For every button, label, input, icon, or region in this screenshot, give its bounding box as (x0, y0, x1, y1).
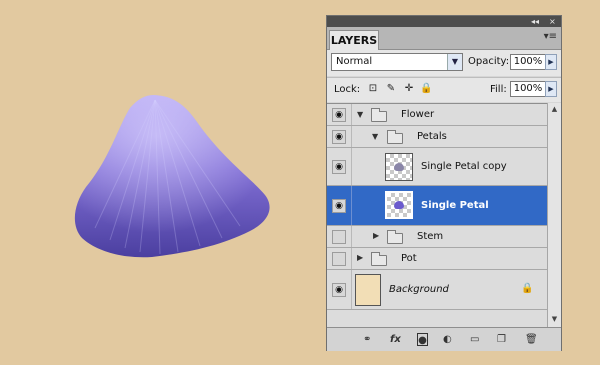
lock-icon: 🔒 (521, 283, 534, 294)
eye-icon: ◉ (335, 201, 343, 211)
panel-titlebar[interactable]: ◂◂ × (327, 16, 561, 27)
blend-row: Normal ▼ Opacity: 100% ▶ (327, 50, 561, 76)
layer-thumbnail (385, 153, 413, 181)
trash-icon[interactable]: 🗑 (525, 333, 538, 346)
scroll-up-icon[interactable]: ▲ (548, 103, 561, 115)
layer-flower[interactable]: ◉ ▼ Flower (327, 104, 547, 126)
adjustment-icon[interactable]: ◐ (443, 333, 452, 346)
eye-icon: ◉ (335, 132, 343, 142)
layer-name: Stem (417, 231, 444, 242)
lock-image-icon[interactable]: ✎ (385, 83, 397, 95)
layer-thumbnail (355, 274, 381, 306)
folder-icon (371, 108, 387, 122)
eye-icon: ◉ (335, 162, 343, 172)
expand-triangle-icon[interactable]: ▼ (357, 110, 363, 119)
visibility-toggle[interactable] (332, 252, 346, 266)
folder-icon (387, 230, 403, 244)
layer-stem[interactable]: ▶ Stem (327, 226, 547, 248)
layer-single-petal[interactable]: ◉ Single Petal (327, 186, 547, 226)
visibility-toggle[interactable] (332, 230, 346, 244)
new-group-icon[interactable]: ▭ (470, 333, 479, 346)
fill-label: Fill: (490, 84, 507, 95)
petal-thumb-icon (394, 163, 404, 171)
lock-position-icon[interactable]: ✛ (403, 83, 415, 95)
expand-triangle-icon[interactable]: ▶ (373, 231, 379, 240)
mask-icon[interactable]: ● (417, 333, 428, 346)
expand-triangle-icon[interactable]: ▶ (357, 253, 363, 262)
layer-thumbnail (385, 191, 413, 219)
opacity-label: Opacity: (468, 56, 510, 67)
canvas[interactable] (0, 0, 325, 365)
layer-name: Pot (401, 253, 417, 264)
visibility-toggle[interactable]: ◉ (332, 160, 346, 174)
blend-mode-value: Normal (336, 56, 373, 67)
eye-icon: ◉ (335, 110, 343, 120)
lock-row: Lock: ⊡ ✎ ✛ 🔒 Fill: 100% ▶ (327, 77, 561, 102)
tab-row: LAYERS ▾≡ (327, 27, 561, 50)
layer-background[interactable]: ◉ Background 🔒 (327, 270, 547, 310)
folder-icon (371, 252, 387, 266)
layer-name: Petals (417, 131, 447, 142)
layers-panel: ◂◂ × LAYERS ▾≡ Normal ▼ Opacity: 100% ▶ … (326, 15, 562, 351)
folder-icon (387, 130, 403, 144)
layer-name: Single Petal copy (421, 161, 507, 172)
layer-petals[interactable]: ◉ ▼ Petals (327, 126, 547, 148)
layer-name: Flower (401, 109, 435, 120)
layer-name: Single Petal (421, 200, 489, 211)
collapse-icon[interactable]: ◂◂ (531, 16, 539, 27)
blend-mode-select[interactable]: Normal ▼ (331, 53, 463, 71)
layers-footer: ⚭ fx ● ◐ ▭ ❐ 🗑 (327, 327, 561, 351)
eye-icon: ◉ (335, 285, 343, 295)
visibility-toggle[interactable]: ◉ (332, 199, 346, 213)
close-icon[interactable]: × (549, 16, 556, 27)
visibility-toggle[interactable]: ◉ (332, 108, 346, 122)
layer-single-petal-copy[interactable]: ◉ Single Petal copy (327, 148, 547, 186)
lock-transparent-icon[interactable]: ⊡ (367, 83, 379, 95)
fill-arrow-icon[interactable]: ▶ (545, 81, 557, 97)
layers-list: ◉ ▼ Flower ◉ ▼ Petals ◉ Single Petal cop… (327, 103, 547, 328)
lock-label: Lock: (334, 84, 361, 95)
visibility-toggle[interactable]: ◉ (332, 130, 346, 144)
fx-icon[interactable]: fx (390, 333, 401, 346)
layer-name: Background (389, 284, 449, 295)
petal-thumb-icon (394, 201, 404, 209)
fill-input[interactable]: 100% (510, 81, 546, 97)
panel-menu-icon[interactable]: ▾≡ (544, 31, 557, 42)
chevron-down-icon[interactable]: ▼ (447, 54, 462, 70)
tab-layers[interactable]: LAYERS (329, 30, 379, 50)
scroll-down-icon[interactable]: ▼ (548, 313, 561, 325)
single-petal-artwork (74, 95, 270, 258)
expand-triangle-icon[interactable]: ▼ (372, 132, 378, 141)
opacity-arrow-icon[interactable]: ▶ (545, 54, 557, 70)
layer-pot[interactable]: ▶ Pot (327, 248, 547, 270)
link-icon[interactable]: ⚭ (363, 333, 371, 346)
layers-scrollbar[interactable]: ▲ ▼ (547, 103, 561, 327)
opacity-input[interactable]: 100% (510, 54, 546, 70)
lock-all-icon[interactable]: 🔒 (420, 83, 432, 95)
visibility-toggle[interactable]: ◉ (332, 283, 346, 297)
new-layer-icon[interactable]: ❐ (497, 333, 506, 346)
